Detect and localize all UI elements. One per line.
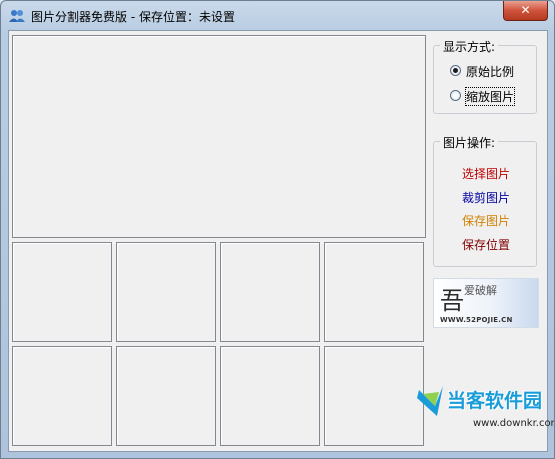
radio-selected-dot: [453, 68, 458, 73]
display-mode-title: 显示方式:: [440, 38, 499, 55]
image-operations-title: 图片操作:: [440, 134, 499, 151]
save-location-link[interactable]: 保存位置: [434, 236, 538, 253]
select-image-link[interactable]: 选择图片: [434, 165, 538, 182]
image-operations-group: 图片操作: 选择图片 裁剪图片 保存图片 保存位置: [433, 134, 538, 267]
site-watermark: 当客软件园 www.downkr.com: [413, 384, 555, 454]
logo-url: WWW.52POJIE.CN: [440, 316, 513, 324]
close-icon: ✕: [520, 3, 531, 17]
display-mode-group: 显示方式: 原始比例 缩放图片: [433, 38, 537, 114]
thumbnail-4[interactable]: [324, 242, 424, 342]
window-title: 图片分割器免费版 - 保存位置：未设置: [31, 10, 235, 24]
title-bar[interactable]: 图片分割器免费版 - 保存位置：未设置 ✕: [1, 1, 554, 31]
thumbnail-2[interactable]: [116, 242, 216, 342]
crop-image-link[interactable]: 裁剪图片: [434, 189, 538, 206]
logo-name: 爱破解: [464, 284, 497, 297]
logo-character: 吾: [440, 287, 464, 315]
users-icon: [9, 10, 25, 22]
app-window: 图片分割器免费版 - 保存位置：未设置 ✕ 显示方式: 原始比例 缩放图片 图片…: [0, 0, 555, 459]
close-button[interactable]: ✕: [503, 1, 548, 21]
save-image-link[interactable]: 保存图片: [434, 212, 538, 229]
watermark-name: 当客软件园: [447, 390, 543, 412]
thumbnail-7[interactable]: [220, 346, 320, 446]
thumbnail-5[interactable]: [12, 346, 112, 446]
thumbnail-6[interactable]: [116, 346, 216, 446]
52pojie-logo: 吾 爱破解 WWW.52POJIE.CN: [433, 278, 539, 328]
watermark-url: www.downkr.com: [473, 418, 555, 429]
main-image-preview[interactable]: [12, 35, 426, 238]
watermark-logo-icon: [417, 386, 443, 416]
radio-button-icon: [450, 90, 461, 101]
thumbnail-3[interactable]: [220, 242, 320, 342]
radio-label-scale: 缩放图片: [464, 87, 516, 106]
radio-label-original: 原始比例: [466, 65, 515, 79]
radio-button-icon: [450, 65, 461, 76]
thumbnail-8[interactable]: [324, 346, 424, 446]
thumbnail-1[interactable]: [12, 242, 112, 342]
